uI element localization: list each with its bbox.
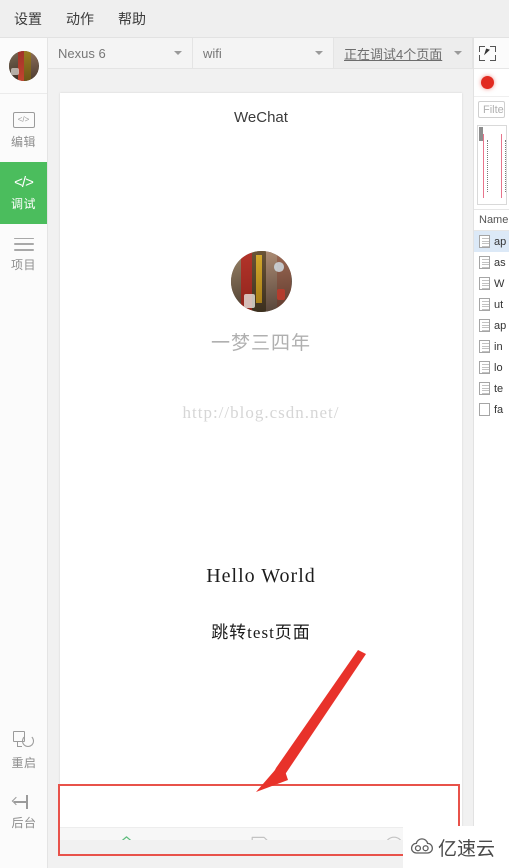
sidebar-item-edit[interactable]: </> 编辑 — [0, 100, 47, 162]
file-icon — [479, 361, 490, 374]
filter-input[interactable]: Filter — [478, 100, 505, 118]
avatar-stripe — [30, 50, 39, 81]
device-select[interactable]: Nexus 6 — [48, 38, 193, 68]
file-icon — [479, 382, 490, 395]
filter-row: Filter — [474, 97, 509, 121]
sidebar-item-label: 编辑 — [10, 135, 36, 149]
hamburger-icon — [13, 237, 34, 251]
restart-icon — [13, 731, 35, 749]
overview-dashed-marker — [487, 140, 488, 192]
sidebar-item-background[interactable]: 后台 — [0, 782, 48, 844]
table-row[interactable]: te — [474, 378, 509, 399]
chevron-down-icon — [174, 51, 182, 55]
network-select-value: wifi — [203, 45, 222, 61]
menu-actions[interactable]: 动作 — [62, 7, 98, 31]
cloud-icon — [411, 838, 433, 854]
table-row[interactable]: as — [474, 252, 509, 273]
table-row[interactable]: lo — [474, 357, 509, 378]
watermark-text: 亿速云 — [438, 838, 496, 860]
inspect-element-icon[interactable] — [479, 45, 496, 61]
simulator-area: WeChat 一梦三四年 http://blog.csdn.net/ Hello… — [48, 69, 473, 868]
sidebar-item-restart[interactable]: 重启 — [0, 720, 48, 782]
file-icon — [479, 403, 490, 416]
code-brackets-icon: </> — [14, 173, 34, 191]
table-row[interactable]: ut — [474, 294, 509, 315]
record-button[interactable] — [481, 76, 494, 89]
row-label: ap — [494, 319, 507, 332]
simulator-toolbar: Nexus 6 wifi 正在调试4个页面 — [48, 38, 509, 69]
network-overview-chart[interactable] — [477, 125, 507, 205]
jump-test-link[interactable]: 跳转test页面 — [60, 618, 462, 643]
network-select[interactable]: wifi — [193, 38, 334, 68]
left-sidebar: </> 编辑 </> 调试 项目 重启 后台 — [0, 38, 48, 868]
sidebar-item-label: 后台 — [11, 816, 37, 830]
table-row[interactable]: W — [474, 273, 509, 294]
sidebar-bottom-group: 重启 后台 — [0, 720, 48, 844]
row-label: as — [494, 256, 506, 269]
menu-bar: 设置 动作 帮助 — [0, 0, 509, 38]
chevron-down-icon — [315, 51, 323, 55]
row-label: W — [494, 277, 505, 290]
table-row[interactable]: fa — [474, 399, 509, 420]
file-icon — [479, 298, 490, 311]
debug-pages-value: 正在调试4个页面 — [344, 46, 443, 62]
avatar[interactable] — [8, 50, 39, 81]
profile-block: 一梦三四年 — [60, 251, 462, 355]
phone-preview: WeChat 一梦三四年 http://blog.csdn.net/ Hello… — [60, 93, 462, 868]
row-label: in — [494, 340, 503, 353]
hello-world-text: Hello World — [206, 565, 316, 587]
table-row[interactable]: in — [474, 336, 509, 357]
file-icon — [479, 235, 490, 248]
app-window: 设置 动作 帮助 </> 编辑 </> 调试 项目 重启 后台 Nexus 6 … — [0, 0, 509, 868]
chevron-down-icon — [454, 51, 462, 55]
table-row[interactable]: ap — [474, 231, 509, 252]
overview-marker — [483, 134, 485, 198]
sidebar-item-label: 调试 — [10, 196, 36, 211]
file-icon — [479, 340, 490, 353]
menu-help[interactable]: 帮助 — [114, 7, 150, 31]
record-row — [474, 69, 509, 97]
file-icon — [479, 256, 490, 269]
watermark: 亿速云 — [403, 826, 509, 868]
file-icon — [479, 319, 490, 332]
row-label: ap — [494, 235, 507, 248]
overview-dashed-marker — [505, 140, 506, 192]
row-label: lo — [494, 361, 503, 374]
phone-content: 一梦三四年 http://blog.csdn.net/ Hello World … — [60, 141, 462, 868]
avatar-highlight — [10, 67, 19, 76]
file-icon — [479, 277, 490, 290]
row-label: fa — [494, 403, 504, 416]
avatar-container[interactable] — [0, 38, 47, 94]
column-header-name[interactable]: Name — [474, 209, 509, 231]
table-row[interactable]: ap — [474, 315, 509, 336]
menu-settings[interactable]: 设置 — [10, 7, 46, 31]
sidebar-item-label: 项目 — [10, 257, 36, 272]
phone-navbar: WeChat — [60, 93, 462, 141]
profile-nickname: 一梦三四年 — [210, 332, 311, 354]
debug-pages-select[interactable]: 正在调试4个页面 — [334, 38, 473, 68]
sidebar-item-project[interactable]: 项目 — [0, 224, 47, 286]
collapse-panel-icon — [11, 795, 35, 809]
profile-photo — [230, 251, 292, 312]
device-select-value: Nexus 6 — [58, 45, 106, 61]
sidebar-item-debug[interactable]: </> 调试 — [0, 162, 47, 224]
blog-url-text: http://blog.csdn.net/ — [182, 403, 340, 422]
overview-marker — [501, 134, 503, 198]
row-label: ut — [494, 298, 504, 311]
devtools-panel: Filter Name ap as W ut ap — [473, 38, 509, 868]
phone-navbar-title: WeChat — [234, 108, 288, 126]
row-label: te — [494, 382, 504, 395]
devtools-toolbar — [474, 38, 509, 69]
code-box-icon: </> — [12, 112, 35, 128]
sidebar-item-label: 重启 — [11, 756, 37, 770]
